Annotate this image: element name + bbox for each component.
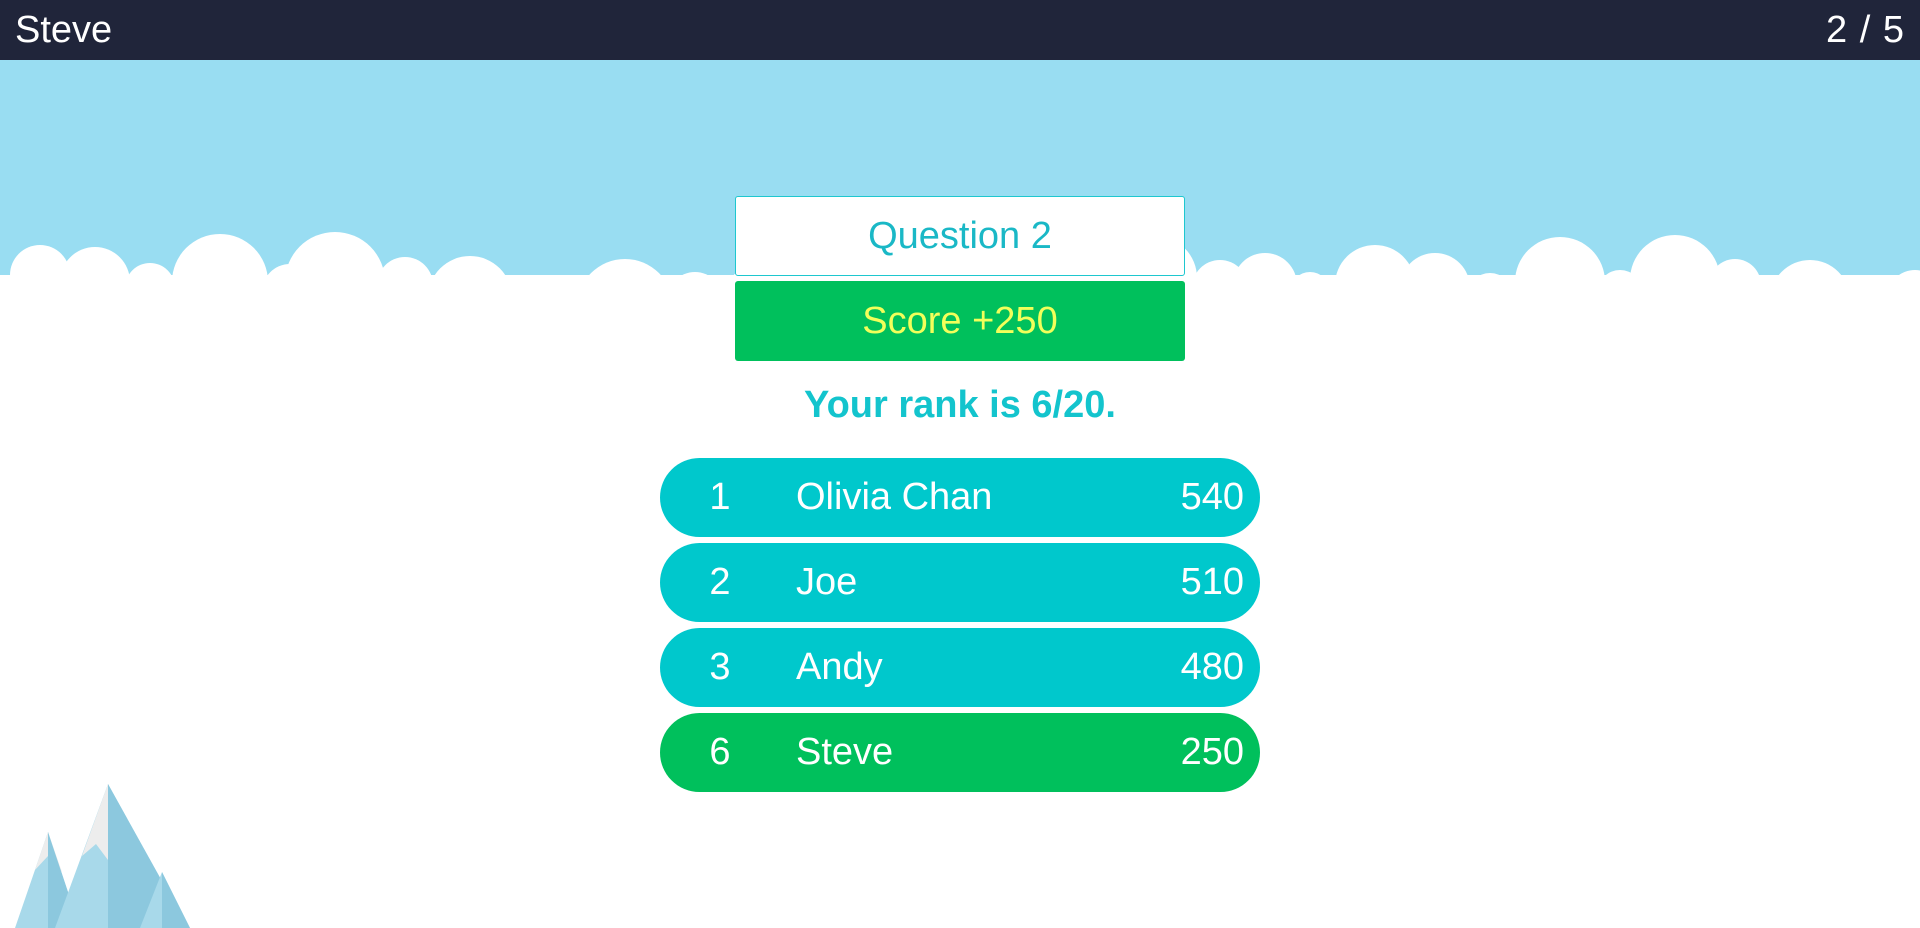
leaderboard-score: 250: [1180, 731, 1244, 773]
leaderboard-rank: 1: [709, 476, 731, 518]
leaderboard-player-name: Andy: [796, 646, 883, 688]
leaderboard-player-name: Joe: [796, 561, 858, 603]
mountains-illustration: [15, 784, 190, 928]
top-bar: Steve 2 / 5: [0, 0, 1920, 60]
leaderboard-row-current-player: 6 Steve 250: [660, 713, 1260, 792]
leaderboard-player-name: Olivia Chan: [796, 476, 993, 518]
leaderboard-rank: 3: [709, 646, 731, 688]
leaderboard-row: 1 Olivia Chan 540: [660, 458, 1260, 537]
leaderboard-row: 2 Joe 510: [660, 543, 1260, 622]
score-gain-banner: Score +250: [735, 281, 1185, 361]
leaderboard-row: 3 Andy 480: [660, 628, 1260, 707]
leaderboard-score: 510: [1180, 561, 1244, 603]
rank-message: Your rank is 6/20.: [804, 384, 1116, 426]
question-label: Question 2: [735, 196, 1185, 276]
leaderboard-rank: 2: [709, 561, 731, 603]
leaderboard-score: 480: [1180, 646, 1244, 688]
leaderboard-rank: 6: [709, 731, 731, 773]
leaderboard-score: 540: [1180, 476, 1244, 518]
question-progress: 2 / 5: [1826, 8, 1905, 51]
leaderboard-player-name: Steve: [796, 731, 894, 773]
player-name: Steve: [15, 8, 113, 51]
leaderboard: 1 Olivia Chan 540 2 Joe 510 3 Andy 480 6…: [660, 458, 1260, 798]
